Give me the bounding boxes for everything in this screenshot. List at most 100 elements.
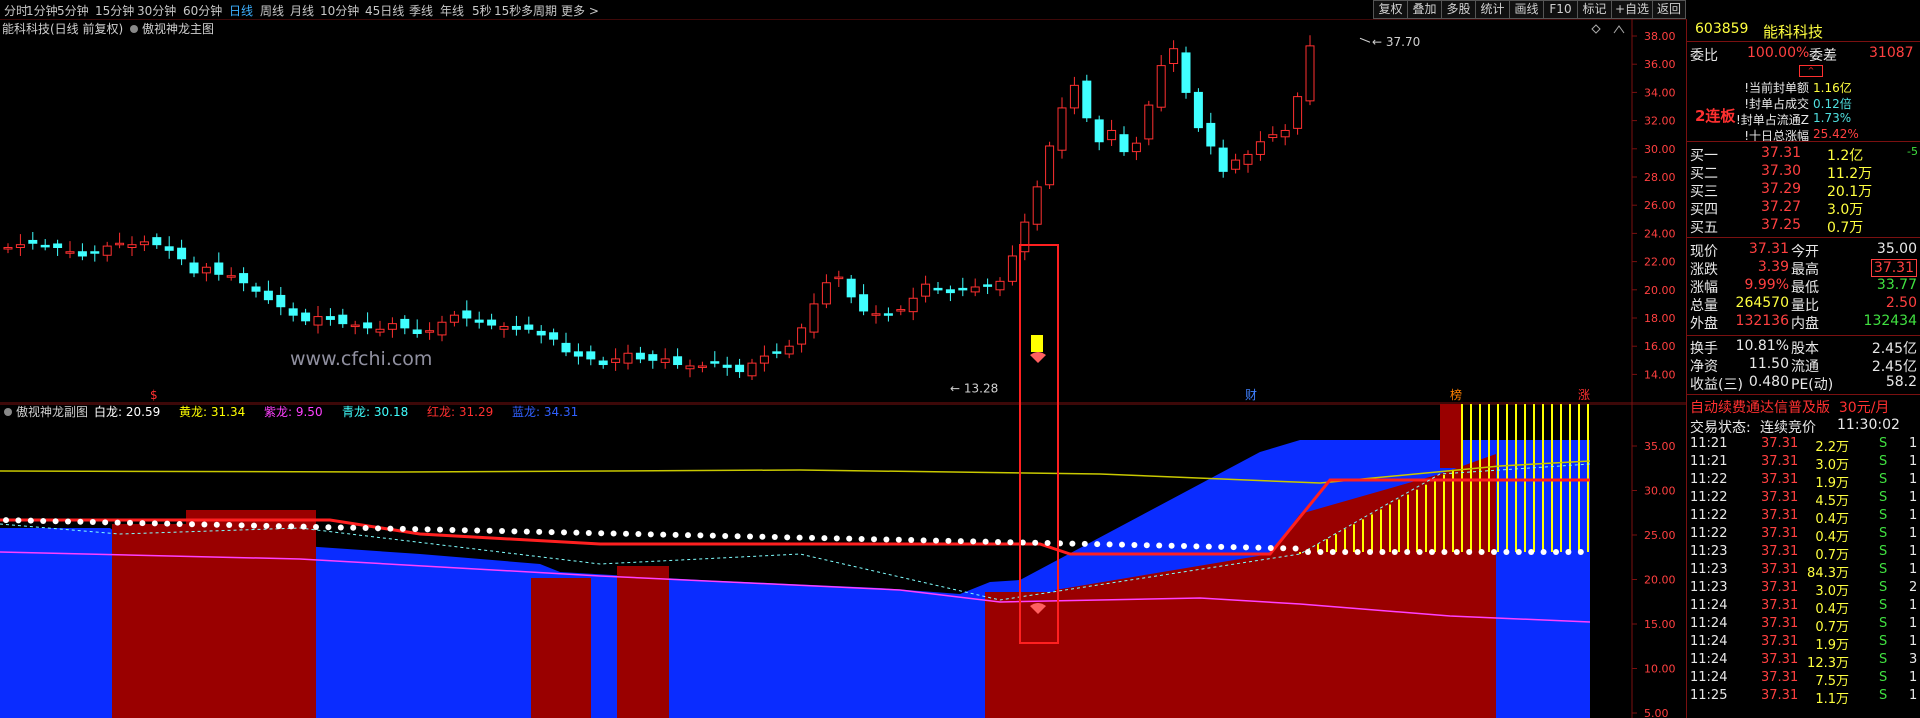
tick-price: 37.31 — [1761, 472, 1799, 487]
tick-count: 1 — [1909, 544, 1918, 559]
white-dragon-dot — [1143, 542, 1150, 549]
candle-body — [449, 314, 459, 323]
candle-body — [908, 297, 918, 313]
tick-volume: 3.0万 — [1815, 458, 1849, 473]
candle-body — [288, 308, 298, 316]
main-y-tick: 20.00 — [1644, 284, 1676, 297]
fund-label: 收益(三) — [1690, 377, 1743, 393]
period-tab-0[interactable]: 分时 — [4, 2, 28, 19]
legend-item: 红龙: 31.29 — [427, 404, 493, 419]
period-tab-16[interactable]: 更多 > — [561, 2, 599, 19]
candle-body — [573, 351, 583, 357]
period-tab-5[interactable]: 60分钟 — [183, 2, 222, 19]
bid-row[interactable]: 买三 37.29 20.1万 — [1687, 181, 1920, 200]
sub-title[interactable]: 傲视神龙副图 — [16, 404, 88, 419]
period-tab-13[interactable]: 5秒 — [472, 2, 492, 19]
trade-status-row: 交易状态: 连续竞价 11:30:02 — [1687, 417, 1920, 436]
candle-body — [152, 237, 162, 246]
seal-label: !当前封单额 — [1744, 81, 1809, 95]
diamond-icon[interactable] — [1591, 24, 1601, 34]
white-dragon-dot — [747, 533, 753, 540]
tick-row: 11:24 37.31 0.7万 S 1 — [1687, 616, 1920, 635]
period-tab-4[interactable]: 30分钟 — [137, 2, 176, 19]
tick-side: S — [1879, 652, 1888, 667]
main-indicator-name[interactable]: 傲视神龙主图 — [142, 21, 214, 36]
seal-value: 0.12倍 — [1813, 97, 1852, 111]
bid-row[interactable]: 买四 37.27 3.0万 — [1687, 199, 1920, 218]
white-dragon-dot — [573, 529, 580, 536]
event-mark[interactable]: 财 — [1245, 388, 1257, 402]
toolbar-button-0[interactable]: 复权 — [1373, 0, 1408, 19]
toolbar-button-3[interactable]: 统计 — [1475, 0, 1510, 19]
tick-side: S — [1879, 598, 1888, 613]
white-dragon-dot — [709, 532, 716, 539]
white-dragon-dot — [982, 538, 989, 545]
period-tab-7[interactable]: 周线 — [260, 2, 284, 19]
quote-value: 264570 — [1735, 295, 1789, 311]
ad-banner[interactable]: 自动续费通达信普及版 30元/月 — [1690, 397, 1889, 417]
quote-row: 外盘 132136 内盘 132434 — [1687, 313, 1920, 332]
tick-time: 11:22 — [1690, 490, 1728, 505]
white-dragon-dot — [325, 524, 332, 531]
toolbar-button-5[interactable]: F10 — [1543, 0, 1578, 19]
quote-label: 外盘 — [1690, 316, 1718, 332]
bid-change: -5 — [1907, 145, 1918, 158]
toolbar-button-4[interactable]: 画线 — [1509, 0, 1544, 19]
toolbar-button-2[interactable]: 多股 — [1441, 0, 1476, 19]
fund-label: 换手 — [1690, 341, 1718, 357]
white-dragon-dot — [1379, 549, 1386, 555]
period-tab-6[interactable]: 日线 — [229, 2, 253, 19]
toolbar-button-7[interactable]: +自选 — [1611, 0, 1653, 19]
period-tab-12[interactable]: 年线 — [440, 2, 464, 19]
stock-name: 能科科技 — [1763, 23, 1824, 41]
tick-count: 1 — [1909, 526, 1918, 541]
tick-side: S — [1879, 472, 1888, 487]
candlestick-chart[interactable]: 38.00 36.00 34.00 32.00 30.00 28.00 26.00 24.00… — [0, 19, 1686, 404]
candle-body — [611, 358, 621, 363]
event-mark[interactable]: 涨 — [1578, 387, 1590, 402]
period-tab-2[interactable]: 5分钟 — [57, 2, 89, 19]
candle-body — [511, 325, 521, 330]
white-dragon-dot — [895, 536, 902, 543]
tick-time: 11:25 — [1690, 688, 1728, 703]
period-tab-10[interactable]: 45日线 — [365, 2, 404, 19]
period-tab-3[interactable]: 15分钟 — [95, 2, 134, 19]
trade-status-label: 交易状态: — [1690, 420, 1751, 436]
toolbar-button-8[interactable]: 返回 — [1652, 0, 1686, 19]
white-dragon-dot — [449, 526, 456, 533]
watermark: www.cfchi.com — [290, 348, 432, 370]
quote-row: 现价 37.31 今开 35.00 — [1687, 241, 1920, 260]
white-dragon-dot — [313, 523, 319, 530]
period-tab-9[interactable]: 10分钟 — [320, 2, 359, 19]
candle-body — [53, 243, 63, 249]
period-tab-1[interactable]: 1分钟 — [26, 2, 58, 19]
tick-row: 11:23 37.31 3.0万 S 2 — [1687, 580, 1920, 599]
chevron-up-icon[interactable] — [1613, 25, 1625, 34]
candle-body — [536, 330, 546, 336]
tick-price: 37.31 — [1761, 526, 1799, 541]
seal-collapse-icon[interactable]: ^ — [1799, 65, 1823, 77]
toolbar-button-6[interactable]: 标记 — [1577, 0, 1612, 19]
candle-body — [883, 313, 893, 316]
candle-body — [970, 286, 980, 293]
candle-body — [759, 355, 769, 364]
period-tab-14[interactable]: 15秒 — [494, 2, 521, 19]
candle-body — [115, 242, 125, 246]
white-dragon-dot — [809, 534, 815, 541]
toolbar-button-1[interactable]: 叠加 — [1407, 0, 1442, 19]
period-tab-8[interactable]: 月线 — [290, 2, 314, 19]
period-tab-11[interactable]: 季线 — [409, 2, 433, 19]
white-dragon-dot — [672, 531, 679, 538]
bid-row[interactable]: 买一 37.31 1.2亿 -5 — [1687, 145, 1920, 164]
quote-label: 内盘 — [1791, 316, 1819, 332]
candle-body — [697, 365, 707, 368]
candle-body — [1094, 119, 1104, 143]
candle-body — [276, 294, 286, 308]
bid-row[interactable]: 买五 37.25 0.7万 — [1687, 217, 1920, 236]
indicator-chart[interactable]: 35.00 30.00 25.00 20.00 15.00 10.00 5.00 傲视神龙副图… — [0, 404, 1686, 718]
bid-row[interactable]: 买二 37.30 11.2万 — [1687, 163, 1920, 182]
period-tab-15[interactable]: 多周期 — [521, 2, 557, 19]
event-mark[interactable]: $ — [150, 388, 158, 402]
event-mark[interactable]: 榜 — [1450, 387, 1462, 402]
candle-body — [1280, 129, 1290, 138]
